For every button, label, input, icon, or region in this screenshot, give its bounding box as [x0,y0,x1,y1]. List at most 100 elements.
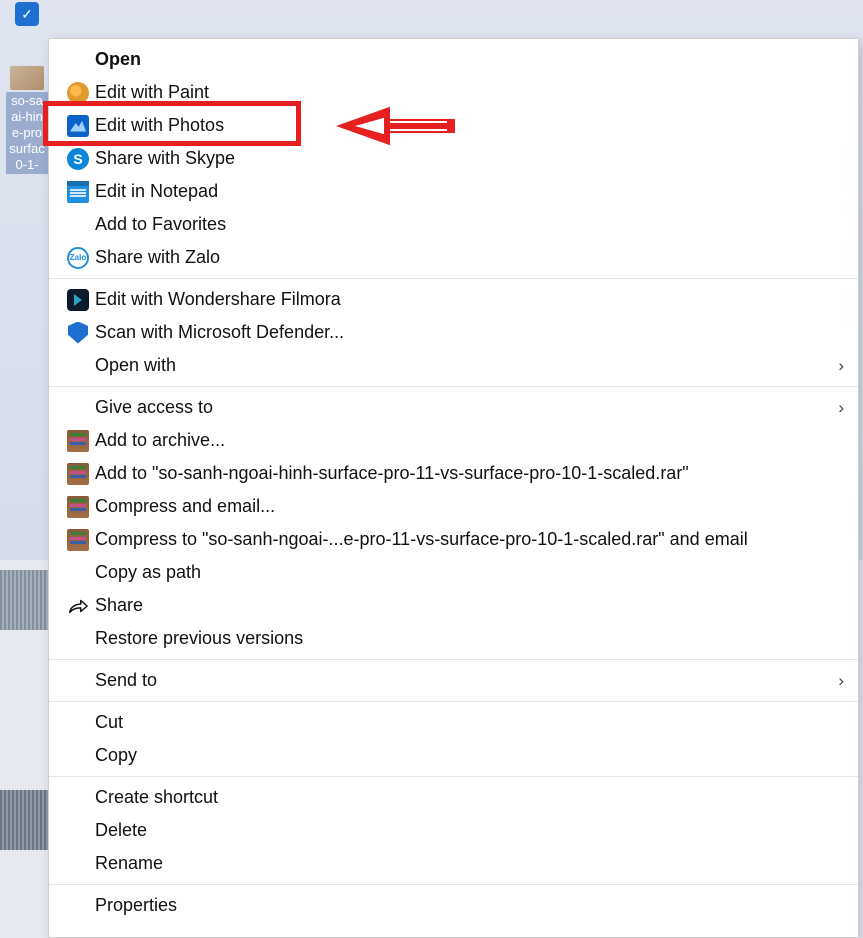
menu-item-icon-slot [63,669,93,693]
menu-item-label: Copy [93,745,844,766]
menu-item-edit-paint[interactable]: Edit with Paint [49,76,858,109]
menu-item-open[interactable]: Open [49,43,858,76]
rar-icon [67,496,89,518]
file-thumbnail [10,66,44,90]
menu-item-label: Rename [93,853,844,874]
menu-item-delete[interactable]: Delete [49,814,858,847]
menu-separator [49,278,858,279]
desktop-trees [0,790,50,850]
share-icon [67,596,89,616]
menu-item-label: Create shortcut [93,787,844,808]
menu-item-icon-slot [63,852,93,876]
menu-item-label: Share with Zalo [93,247,844,268]
menu-item-label: Properties [93,895,844,916]
menu-item-label: Edit in Notepad [93,181,844,202]
menu-item-icon-slot [63,627,93,651]
menu-item-compress-email-named[interactable]: Compress to "so-sanh-ngoai-...e-pro-11-v… [49,523,858,556]
menu-item-label: Edit with Paint [93,82,844,103]
menu-item-add-archive-named[interactable]: Add to "so-sanh-ngoai-hinh-surface-pro-1… [49,457,858,490]
menu-item-label: Add to archive... [93,430,844,451]
menu-item-restore-versions[interactable]: Restore previous versions [49,622,858,655]
menu-item-icon-slot [63,786,93,810]
menu-item-compress-email[interactable]: Compress and email... [49,490,858,523]
menu-item-icon-slot [63,711,93,735]
menu-item-create-shortcut[interactable]: Create shortcut [49,781,858,814]
menu-item-icon-slot [63,528,93,552]
menu-item-icon-slot [63,81,93,105]
menu-item-label: Send to [93,670,828,691]
file-name: so-sa ai-hin e-pro surfac 0-1- [6,92,48,174]
skype-icon [67,148,89,170]
menu-item-label: Cut [93,712,844,733]
rar-icon [67,463,89,485]
zalo-icon [67,247,89,269]
menu-item-icon-slot [63,246,93,270]
menu-item-icon-slot [63,894,93,918]
menu-item-icon-slot [63,819,93,843]
menu-separator [49,884,858,885]
checkbox-icon: ✓ [15,2,39,26]
menu-item-share[interactable]: Share [49,589,858,622]
menu-separator [49,701,858,702]
chevron-right-icon: › [828,671,844,691]
menu-item-send-to[interactable]: Send to› [49,664,858,697]
menu-item-icon-slot [63,288,93,312]
menu-item-label: Compress and email... [93,496,844,517]
menu-item-icon-slot [63,213,93,237]
menu-item-edit-notepad[interactable]: Edit in Notepad [49,175,858,208]
menu-separator [49,659,858,660]
chevron-right-icon: › [828,398,844,418]
menu-item-copy-path[interactable]: Copy as path [49,556,858,589]
menu-item-share-skype[interactable]: Share with Skype [49,142,858,175]
desktop-file-icon[interactable]: ✓ so-sa ai-hin e-pro surfac 0-1- [6,0,48,174]
photos-icon [67,115,89,137]
menu-item-icon-slot [63,321,93,345]
menu-item-label: Open with [93,355,828,376]
menu-item-icon-slot [63,180,93,204]
menu-item-cut[interactable]: Cut [49,706,858,739]
menu-item-rename[interactable]: Rename [49,847,858,880]
menu-item-add-archive[interactable]: Add to archive... [49,424,858,457]
menu-separator [49,776,858,777]
menu-item-label: Share [93,595,844,616]
menu-separator [49,386,858,387]
menu-item-icon-slot [63,561,93,585]
menu-item-label: Restore previous versions [93,628,844,649]
menu-item-icon-slot [63,48,93,72]
menu-item-add-favorites[interactable]: Add to Favorites [49,208,858,241]
menu-item-edit-filmora[interactable]: Edit with Wondershare Filmora [49,283,858,316]
paint-icon [67,82,89,104]
menu-item-open-with[interactable]: Open with› [49,349,858,382]
menu-item-label: Add to "so-sanh-ngoai-hinh-surface-pro-1… [93,463,844,484]
menu-item-icon-slot [63,744,93,768]
context-menu: Open Edit with Paint Edit with Photos Share… [48,38,859,938]
rar-icon [67,430,89,452]
menu-item-icon-slot [63,495,93,519]
menu-item-label: Delete [93,820,844,841]
menu-item-icon-slot [63,462,93,486]
desktop-trees [0,570,50,630]
menu-item-label: Share with Skype [93,148,844,169]
menu-item-edit-photos[interactable]: Edit with Photos [49,109,858,142]
menu-item-icon-slot [63,396,93,420]
menu-item-label: Give access to [93,397,828,418]
notepad-icon [67,181,89,203]
menu-item-icon-slot [63,594,93,618]
menu-item-label: Add to Favorites [93,214,844,235]
menu-item-label: Edit with Wondershare Filmora [93,289,844,310]
menu-item-label: Edit with Photos [93,115,844,136]
menu-item-give-access[interactable]: Give access to› [49,391,858,424]
menu-item-icon-slot [63,147,93,171]
defender-icon [68,322,88,344]
menu-item-properties[interactable]: Properties [49,889,858,922]
rar-icon [67,529,89,551]
menu-item-label: Copy as path [93,562,844,583]
chevron-right-icon: › [828,356,844,376]
menu-item-icon-slot [63,354,93,378]
menu-item-scan-defender[interactable]: Scan with Microsoft Defender... [49,316,858,349]
menu-item-share-zalo[interactable]: Share with Zalo [49,241,858,274]
menu-item-copy[interactable]: Copy [49,739,858,772]
menu-item-label: Scan with Microsoft Defender... [93,322,844,343]
menu-item-label: Open [93,49,844,70]
menu-item-icon-slot [63,114,93,138]
